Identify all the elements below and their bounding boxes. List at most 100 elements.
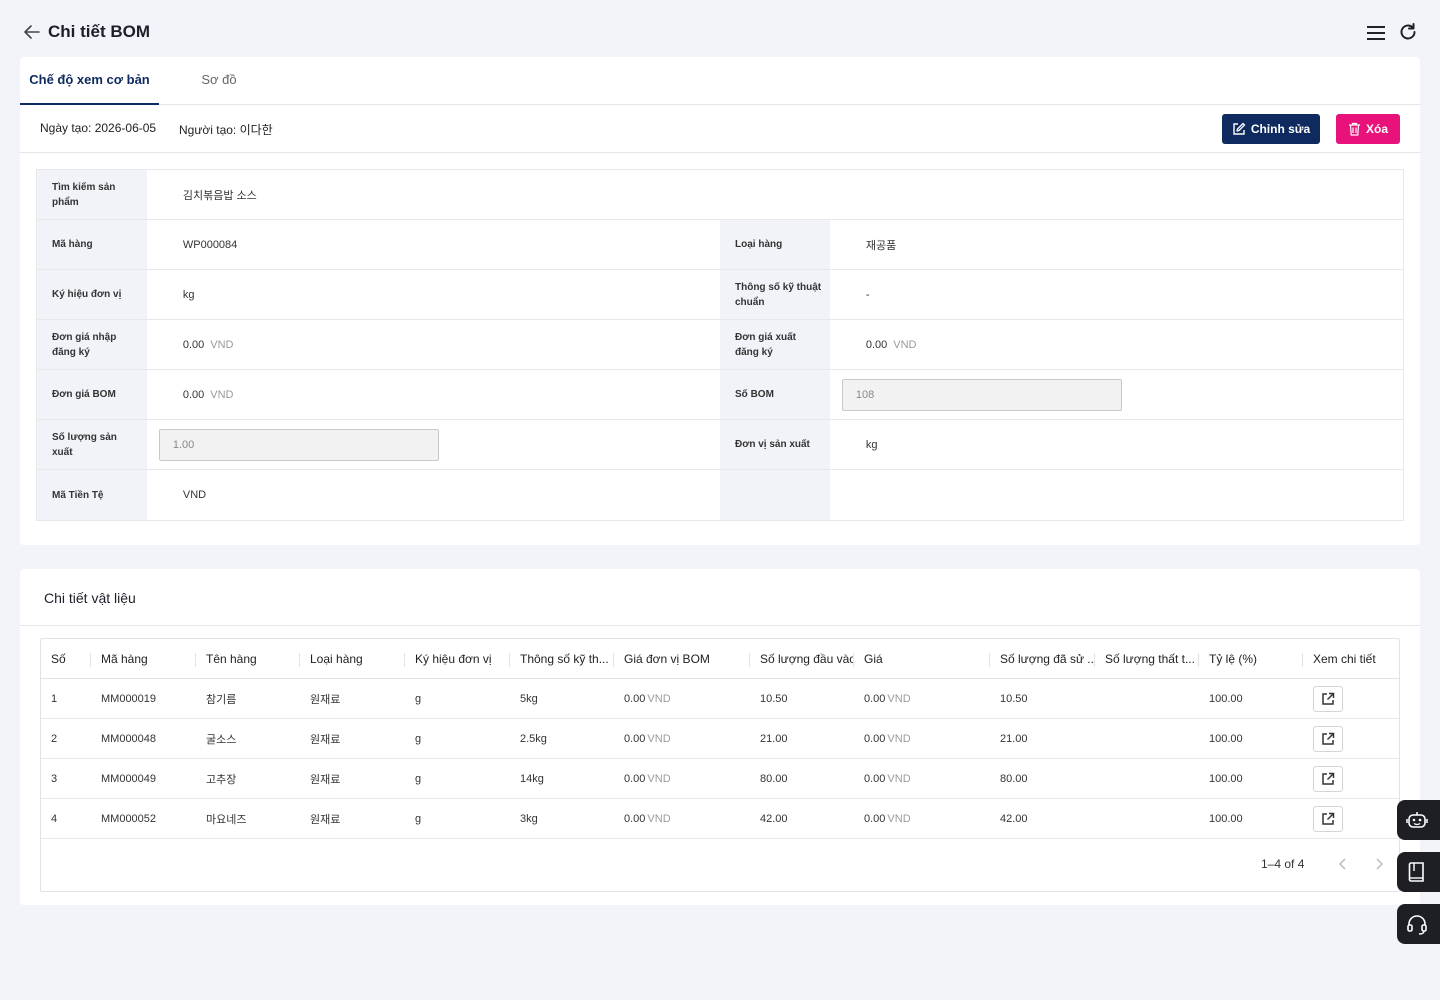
- divider: [20, 625, 1420, 626]
- refresh-icon[interactable]: [1398, 22, 1418, 42]
- chevron-left-icon[interactable]: [1335, 855, 1351, 873]
- cell-value: 0.00: [864, 772, 886, 785]
- standard-spec-value: -: [865, 288, 870, 301]
- column-header-label: Số lượng đầu vào: [760, 651, 854, 666]
- cell-value: 42.00: [760, 812, 788, 825]
- form-row: Ký hiệu đơn vị kg Thông số kỹ thuật chuẩ…: [37, 270, 1403, 320]
- empty-value: [830, 470, 1403, 520]
- column-header[interactable]: Số: [41, 639, 91, 678]
- field-label: Ký hiệu đơn vị: [37, 270, 147, 319]
- table-cell: 마요네즈: [196, 799, 300, 838]
- field-label: Số BOM: [720, 370, 830, 419]
- tab-basic-view[interactable]: Chế độ xem cơ bản: [20, 57, 159, 105]
- table-cell: 100.00: [1199, 759, 1303, 798]
- bom-number-input[interactable]: 108: [841, 378, 1122, 411]
- materials-card: Chi tiết vật liệu Số Mã hàng Tên hàng Loại …: [20, 569, 1420, 905]
- hamburger-menu-icon[interactable]: [1366, 24, 1386, 42]
- column-header[interactable]: Mã hàng: [91, 639, 196, 678]
- tab-diagram[interactable]: Sơ đồ: [180, 57, 258, 105]
- cell-value: 3: [51, 772, 58, 785]
- column-header[interactable]: Loại hàng: [300, 639, 405, 678]
- delete-button[interactable]: Xóa: [1336, 114, 1400, 144]
- currency-unit: VND: [647, 692, 671, 705]
- column-header[interactable]: Giá đơn vị BOM: [614, 639, 750, 678]
- table-cell: [1095, 679, 1199, 718]
- cell-value: 0.00: [864, 732, 886, 745]
- table-cell: [1303, 759, 1397, 798]
- table-cell: 0.00 VND: [854, 719, 990, 758]
- robot-assistant-icon: [1406, 812, 1428, 828]
- table-cell: 3: [41, 759, 91, 798]
- table-cell: [1303, 719, 1397, 758]
- column-header[interactable]: Số lượng đã sử ...: [990, 639, 1095, 678]
- column-header[interactable]: Xem chi tiết: [1303, 639, 1397, 678]
- assistant-button[interactable]: [1397, 800, 1440, 840]
- edit-button[interactable]: Chỉnh sửa: [1222, 114, 1320, 144]
- column-header[interactable]: Ký hiệu đơn vị: [405, 639, 510, 678]
- cell-value: 14kg: [520, 772, 544, 785]
- open-external-icon: [1322, 692, 1335, 705]
- page-title: Chi tiết BOM: [48, 22, 150, 41]
- table-cell: 원재료: [300, 679, 405, 718]
- column-header[interactable]: Số lượng đầu vào: [750, 639, 854, 678]
- open-external-icon: [1322, 812, 1335, 825]
- table-cell: [1095, 799, 1199, 838]
- production-unit-value: kg: [865, 438, 878, 451]
- reg-export-price-value: 0.00 VND: [830, 320, 1403, 369]
- cell-value: 원재료: [310, 693, 341, 706]
- arrow-left-icon[interactable]: [22, 22, 42, 42]
- currency-unit: VND: [887, 812, 911, 825]
- view-detail-button[interactable]: [1313, 725, 1343, 752]
- reg-import-price-value: 0.00 VND: [147, 320, 720, 369]
- cell-value: 원재료: [310, 733, 341, 746]
- support-button[interactable]: [1397, 904, 1440, 944]
- cell-value: 굴소스: [206, 733, 237, 746]
- bom-price-value: 0.00 VND: [147, 370, 720, 419]
- currency-unit: VND: [210, 388, 234, 401]
- view-detail-button[interactable]: [1313, 805, 1343, 832]
- price-amount: 0.00: [182, 338, 205, 351]
- headset-support-icon: [1407, 915, 1427, 935]
- currency-unit: VND: [887, 772, 911, 785]
- edit-button-label: Chỉnh sửa: [1250, 122, 1311, 136]
- edit-icon: [1233, 122, 1245, 135]
- table-cell: 참기름: [196, 679, 300, 718]
- table-cell: g: [405, 719, 510, 758]
- form-row: Mã hàng WP000084 Loại hàng 재공품: [37, 220, 1403, 270]
- column-header[interactable]: Giá: [854, 639, 990, 678]
- table-cell: 0.00 VND: [614, 759, 750, 798]
- cell-value: 42.00: [1000, 812, 1028, 825]
- cell-value: MM000019: [101, 692, 157, 705]
- column-header-label: Loại hàng: [310, 651, 363, 666]
- column-header[interactable]: Tỷ lệ (%): [1199, 639, 1303, 678]
- item-type-value: 재공품: [865, 239, 897, 252]
- price-amount: 0.00: [865, 338, 888, 351]
- table-cell: g: [405, 679, 510, 718]
- table-cell: 42.00: [750, 799, 854, 838]
- column-header[interactable]: Thông số kỹ th...: [510, 639, 614, 678]
- table-cell: 굴소스: [196, 719, 300, 758]
- view-detail-button[interactable]: [1313, 765, 1343, 792]
- column-header-label: Giá đơn vị BOM: [624, 651, 710, 666]
- column-header[interactable]: Số lượng thất t...: [1095, 639, 1199, 678]
- cell-value: 고추장: [206, 773, 237, 786]
- column-header[interactable]: Tên hàng: [196, 639, 300, 678]
- table-cell: 2.5kg: [510, 719, 614, 758]
- cell-value: g: [415, 692, 422, 705]
- price-amount: 0.00: [182, 388, 205, 401]
- cell-value: 마요네즈: [206, 813, 247, 826]
- table-cell: 14kg: [510, 759, 614, 798]
- chevron-right-icon[interactable]: [1371, 855, 1387, 873]
- cell-value: 0.00: [624, 772, 646, 785]
- cell-value: MM000049: [101, 772, 157, 785]
- table-cell: [1303, 679, 1397, 718]
- cell-value: 0.00: [624, 812, 646, 825]
- view-detail-button[interactable]: [1313, 685, 1343, 712]
- form-row: Số lượng sản xuất 1.00 Đơn vị sản xuất k…: [37, 420, 1403, 470]
- guide-button[interactable]: [1397, 852, 1440, 892]
- cell-value: 80.00: [1000, 772, 1028, 785]
- table-cell: [1303, 799, 1397, 838]
- table-cell: 42.00: [990, 799, 1095, 838]
- trash-icon: [1348, 122, 1360, 136]
- production-qty-input[interactable]: 1.00: [158, 428, 439, 461]
